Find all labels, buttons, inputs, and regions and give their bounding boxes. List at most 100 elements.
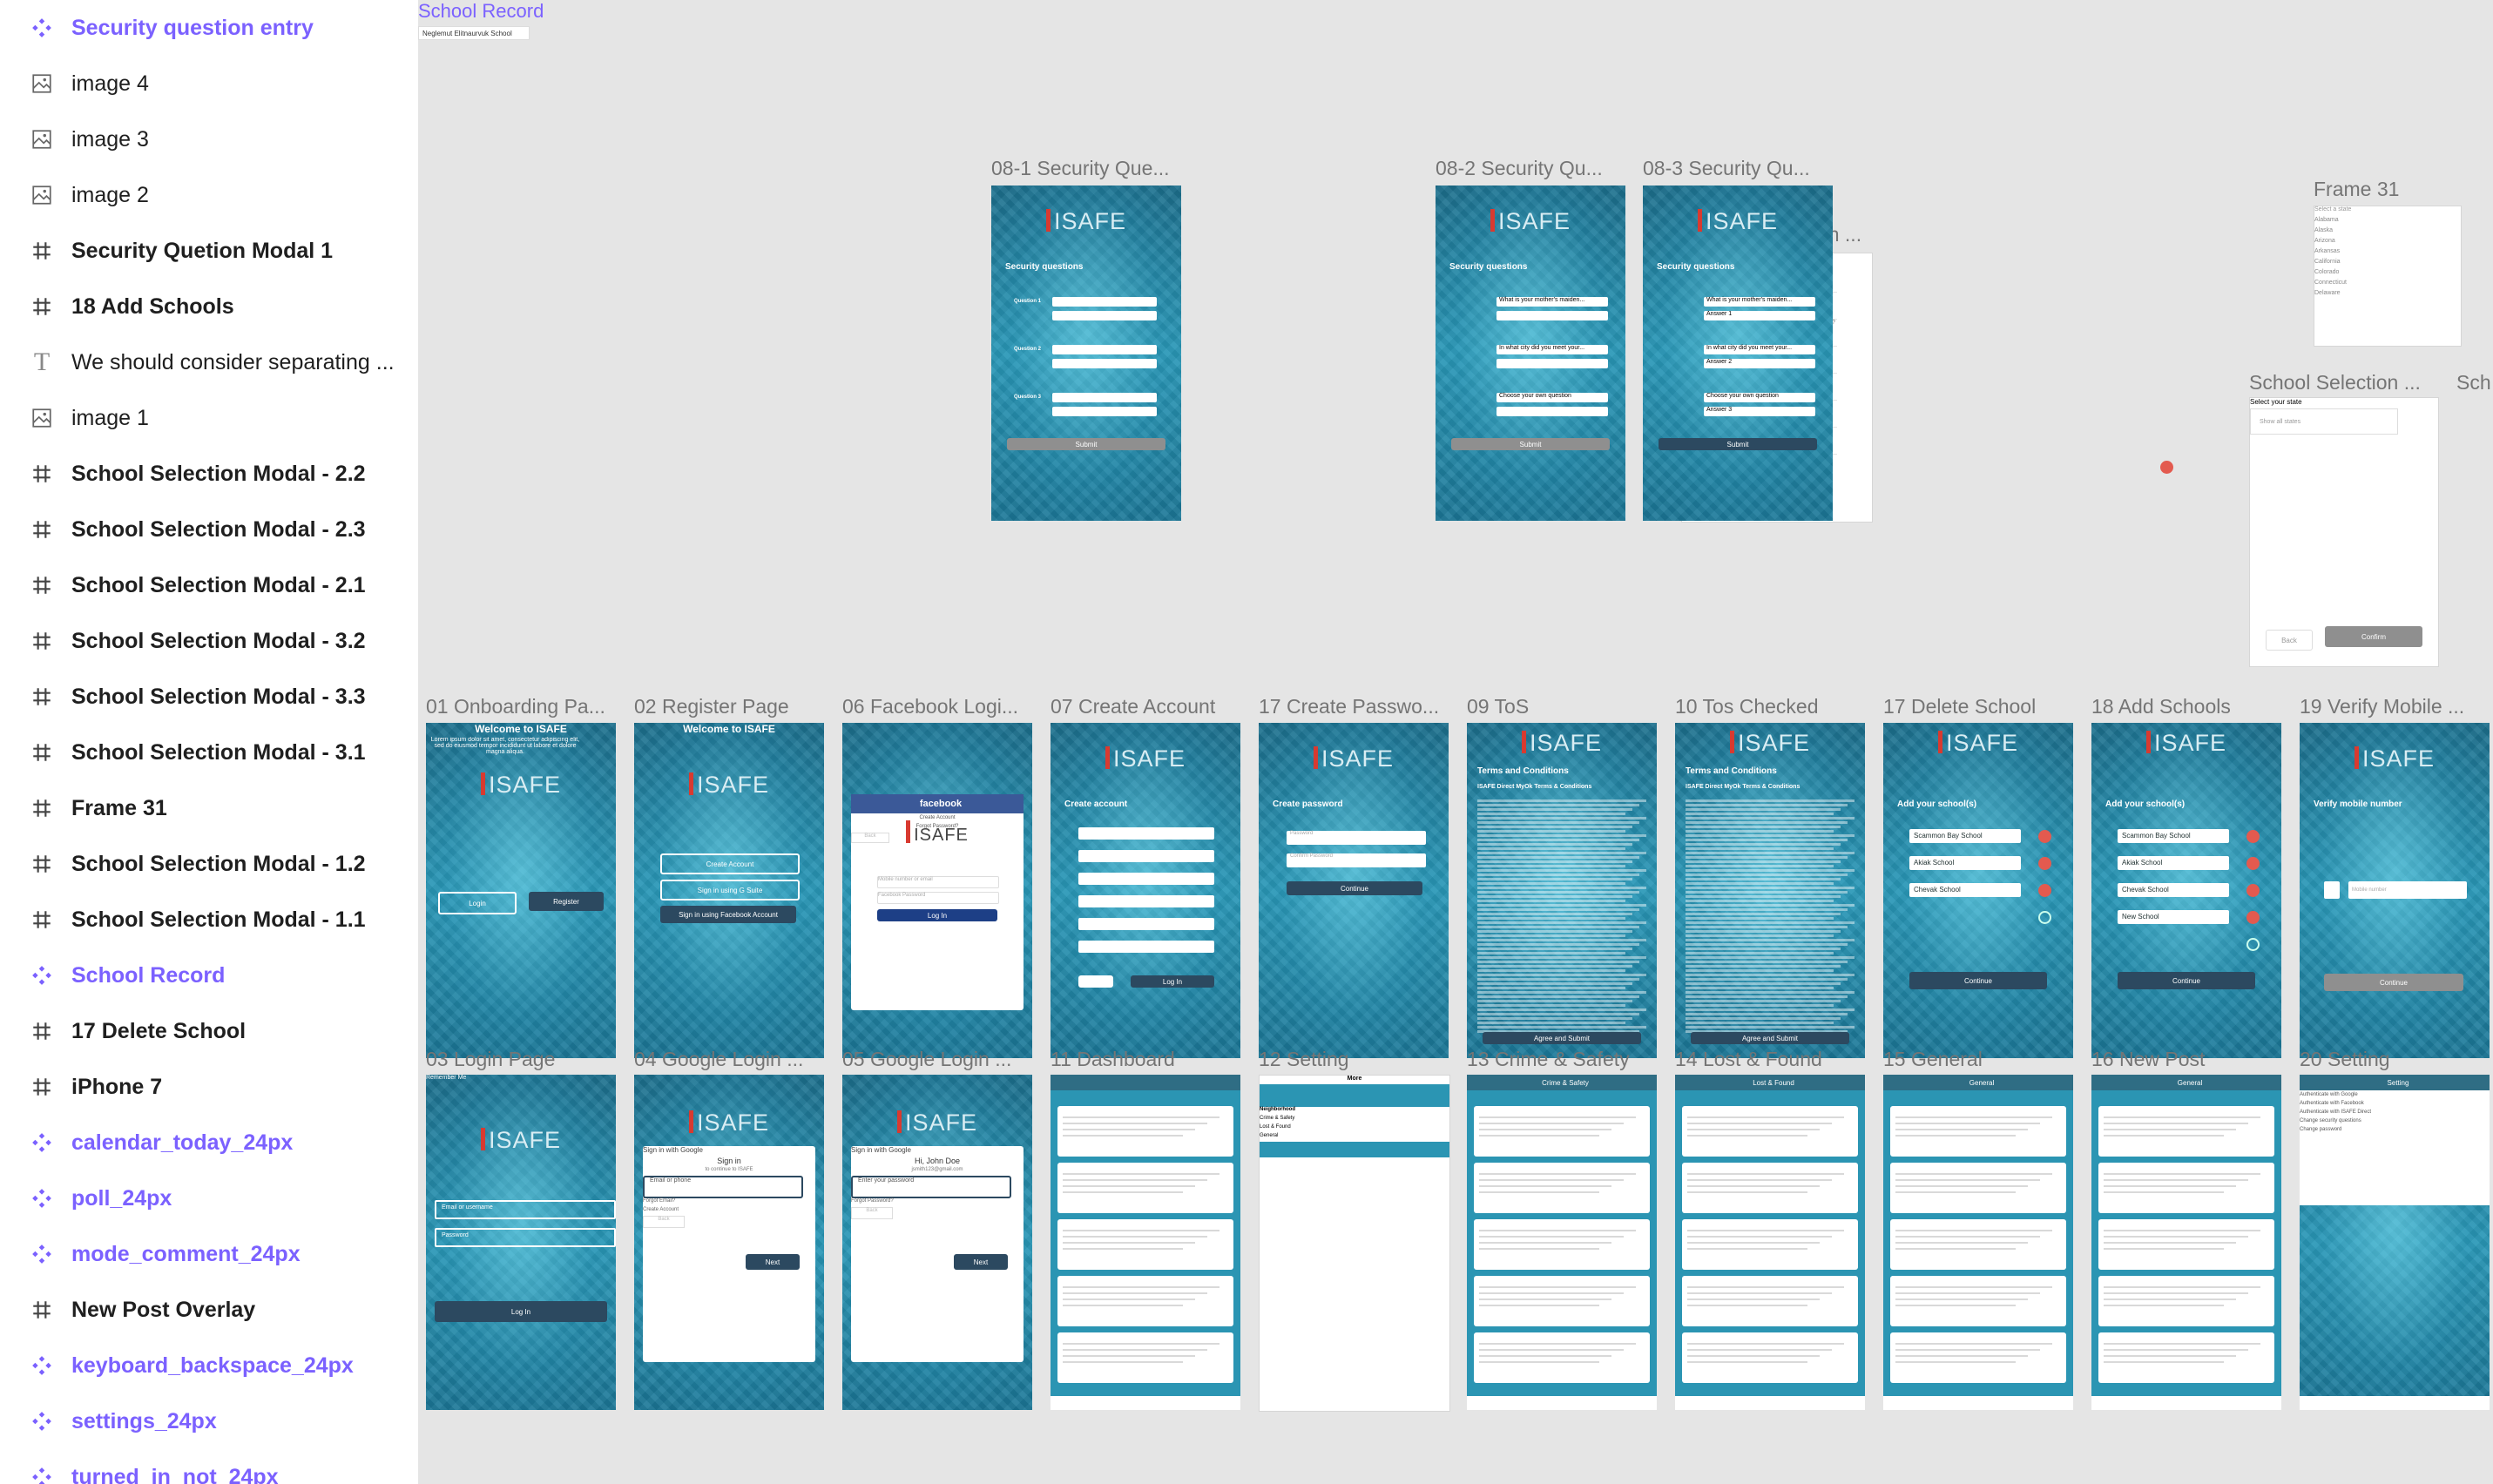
answer-field[interactable]: Answer 2 [1704,359,1815,368]
post-card[interactable] [1057,1332,1233,1383]
answer-field[interactable] [1496,407,1608,416]
fb-password-field[interactable]: Facebook Password [877,892,999,904]
school-field[interactable]: Akiak School [1909,856,2021,870]
answer-field[interactable] [1496,311,1608,320]
question-select[interactable]: In what city did you meet your... [1496,345,1608,354]
bottom-nav-bar[interactable] [1051,1396,1240,1410]
post-card[interactable] [2098,1219,2274,1270]
school-field[interactable]: Scammon Bay School [2118,829,2229,843]
frame-label[interactable]: 09 ToS [1467,695,1660,718]
layer-row[interactable]: calendar_today_24px [0,1115,418,1170]
answer-field[interactable]: Answer 3 [1704,407,1815,416]
post-card[interactable] [1474,1219,1650,1270]
continue-button[interactable]: Continue [2118,972,2255,989]
frame-label[interactable]: 13 Crime & Safety [1467,1048,1660,1071]
post-card[interactable] [1890,1276,2066,1326]
frame-31-state-dropdown[interactable]: Select a state Alabama Alaska Arizona Arkans… [2314,206,2462,347]
frame-15-general[interactable]: GeneralGeneral [1883,1075,2073,1410]
frame-16-new-post[interactable]: GeneralGeneral [2091,1075,2281,1410]
more-menu-item[interactable]: General [1260,1133,1364,1142]
layer-row[interactable]: Security Quetion Modal 1 [0,223,418,279]
layer-row[interactable]: School Selection Modal - 2.2 [0,446,418,502]
dropdown-placeholder[interactable]: Select a state [2314,206,2419,217]
answer-field[interactable]: Answer 1 [1704,311,1815,320]
layer-row[interactable]: School Selection Modal - 2.3 [0,502,418,557]
frame-label[interactable]: 02 Register Page [634,695,828,718]
layer-row[interactable]: 17 Delete School [0,1003,418,1059]
question-select[interactable]: Choose your own question [1704,393,1815,402]
facebook-signin-button[interactable]: Sign in using Facebook Account [660,906,796,923]
layer-row[interactable]: keyboard_backspace_24px [0,1338,418,1393]
layer-row[interactable]: image 4 [0,56,418,111]
post-card[interactable] [1890,1332,2066,1383]
login-button[interactable]: Log In [435,1301,607,1322]
facebook-dialog[interactable]: facebookISAFELog into your Facebook acco… [851,794,1024,1010]
frame-01-onboarding[interactable]: ISAFE Welcome to ISAFE Lorem ipsum dolor s… [426,723,616,1058]
post-card[interactable] [2098,1163,2274,1213]
question-select[interactable]: What is your mother's maiden... [1496,297,1608,307]
layer-row[interactable]: School Selection Modal - 1.1 [0,892,418,948]
frame-label[interactable]: 18 Add Schools [2091,695,2285,718]
fb-phone-field[interactable]: Mobile number or email [877,876,999,888]
register-button[interactable]: Register [529,892,604,911]
post-card[interactable] [1890,1106,2066,1157]
frame-label[interactable]: 11 Dashboard [1051,1048,1244,1071]
post-card[interactable] [1682,1276,1858,1326]
remove-school-icon[interactable] [2038,830,2051,843]
post-card[interactable] [1682,1219,1858,1270]
layer-row[interactable]: mode_comment_24px [0,1226,418,1282]
frame-label[interactable]: 07 Create Account [1051,695,1244,718]
post-card[interactable] [1057,1163,1233,1213]
frame-08-1-security[interactable]: ISAFE Security questions Question 1 Questio… [991,186,1181,521]
bottom-nav-bar[interactable] [1883,1396,2073,1410]
back-button[interactable]: Back [851,1207,893,1219]
frame-18-add-schools[interactable]: ISAFE Add your school(s) Scammon Bay Schoo… [2091,723,2281,1058]
frame-label[interactable]: 03 Login Page [426,1048,619,1071]
setting-item[interactable]: Authenticate with Google [2300,1092,2456,1101]
next-button[interactable]: Next [746,1254,800,1270]
add-school-icon[interactable] [2038,911,2051,924]
layer-row[interactable]: Security question entry [0,0,418,56]
back-button[interactable]: Back [2266,630,2313,651]
confirm-button[interactable]: Confirm [2325,626,2422,647]
post-card[interactable] [2098,1332,2274,1383]
setting-item[interactable]: Authenticate with ISAFE Direct [2300,1110,2456,1118]
bottom-nav-bar[interactable] [1260,1397,1449,1411]
frame-label[interactable]: School Selection ... [2249,371,2423,395]
layer-row[interactable]: School Selection Modal - 3.2 [0,613,418,669]
back-button[interactable]: Back [1078,975,1113,988]
mobile-number-field[interactable]: Mobile number [2348,881,2467,899]
agree-submit-button[interactable]: Agree and Submit [1691,1032,1849,1044]
create-account-link[interactable]: Create Account [643,1207,721,1216]
submit-button[interactable]: Submit [1659,438,1817,450]
layer-row[interactable]: image 2 [0,167,418,223]
frame-label[interactable]: Frame 31 [2314,178,2436,201]
school-record-label[interactable]: School Record [418,0,592,26]
school-field[interactable]: Scammon Bay School [1909,829,2021,843]
add-school-icon[interactable] [2246,938,2260,951]
design-canvas[interactable]: 08-1 Security Que... ISAFE Security questi… [418,0,2493,1484]
frame-label[interactable]: 14 Lost & Found [1675,1048,1868,1071]
layer-row[interactable]: Frame 31 [0,780,418,836]
state-option[interactable]: Alabama [2314,217,2419,227]
remove-school-icon[interactable] [2246,911,2260,924]
state-option[interactable]: Arkansas [2314,248,2419,259]
frame-label[interactable]: Sch [2456,371,2493,395]
frame-label[interactable]: 08-3 Security Qu... [1643,157,1829,180]
post-card[interactable] [1057,1106,1233,1157]
answer-field[interactable] [1052,311,1157,320]
post-card[interactable] [1682,1163,1858,1213]
question-select[interactable]: Choose your own question [1496,393,1608,402]
school-field[interactable]: Chevak School [1909,883,2021,897]
layer-row[interactable]: School Selection Modal - 3.1 [0,725,418,780]
forgot-password-link[interactable]: Forgot Password? [851,1198,929,1207]
input-field[interactable] [1078,941,1214,953]
confirm-password-field[interactable]: Confirm Password [1287,853,1426,867]
input-field[interactable] [1078,850,1214,862]
settings-card[interactable]: AccountVerify email addressAuthenticate … [2300,1075,2490,1205]
submit-button[interactable]: Submit [1007,438,1165,450]
frame-label[interactable]: 12 Setting [1259,1048,1452,1071]
frame-label[interactable]: 19 Verify Mobile ... [2300,695,2493,718]
frame-12-setting[interactable]: More Neighborhood Crime & Safety Lost & Fou… [1259,1075,1450,1412]
layer-row[interactable]: poll_24px [0,1170,418,1226]
